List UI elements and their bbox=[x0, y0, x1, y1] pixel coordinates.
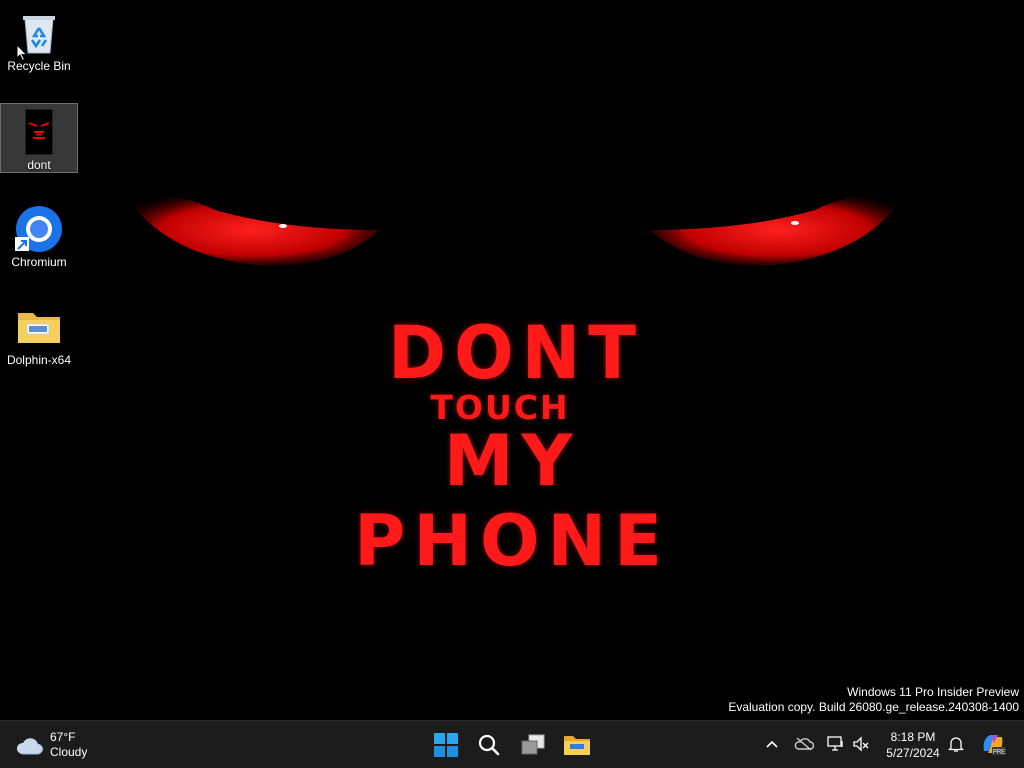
desktop-wallpaper: DONT TOUCH MY PHONE bbox=[0, 0, 1024, 720]
desktop-icon-dolphin[interactable]: Dolphin-x64 bbox=[0, 299, 78, 369]
onedrive-icon bbox=[794, 737, 814, 751]
wallpaper-text-my: MY bbox=[443, 420, 581, 502]
desktop-icon-label: dont bbox=[27, 158, 51, 172]
volume-button[interactable] bbox=[850, 733, 872, 755]
desktop-icon-label: Chromium bbox=[11, 255, 67, 269]
image-file-icon bbox=[15, 108, 63, 156]
notifications-button[interactable] bbox=[945, 733, 967, 755]
wallpaper-text-dont: DONT bbox=[388, 309, 644, 397]
wallpaper-text-phone: PHONE bbox=[354, 500, 670, 582]
network-button[interactable] bbox=[825, 733, 847, 755]
taskbar: 67°F Cloudy 8:18 PM 5/27/2024 PRE bbox=[0, 720, 1024, 768]
copilot-icon: PRE bbox=[983, 735, 1006, 756]
weather-widget[interactable]: 67°F Cloudy bbox=[14, 727, 87, 763]
search-icon bbox=[478, 734, 500, 756]
task-view-button[interactable] bbox=[513, 725, 553, 765]
right-red-eye bbox=[650, 194, 905, 266]
weather-temperature: 67°F bbox=[50, 730, 76, 744]
task-view-icon bbox=[521, 734, 545, 755]
watermark-line-1: Windows 11 Pro Insider Preview bbox=[847, 685, 1019, 699]
file-explorer-icon bbox=[564, 736, 590, 755]
clock-time: 8:18 PM bbox=[890, 730, 936, 744]
notification-bell-icon bbox=[948, 737, 964, 752]
folder-icon bbox=[15, 303, 63, 351]
start-button[interactable] bbox=[426, 725, 466, 765]
desktop-icon-label: Dolphin-x64 bbox=[6, 353, 72, 367]
network-icon bbox=[827, 736, 843, 751]
desktop-icon-recycle-bin[interactable]: Recycle Bin bbox=[0, 5, 78, 75]
left-red-eye bbox=[125, 194, 380, 266]
copilot-button[interactable]: PRE bbox=[980, 731, 1006, 757]
taskbar-clock[interactable]: 8:18 PM 5/27/2024 bbox=[876, 729, 950, 761]
mouse-cursor-icon bbox=[16, 44, 28, 62]
show-hidden-icons-button[interactable] bbox=[761, 733, 783, 755]
file-explorer-button[interactable] bbox=[557, 725, 597, 765]
clock-date: 5/27/2024 bbox=[886, 746, 940, 760]
cloud-icon bbox=[16, 738, 43, 755]
desktop-icon-chromium[interactable]: Chromium bbox=[0, 201, 78, 271]
chromium-icon bbox=[15, 205, 63, 253]
start-icon bbox=[434, 733, 458, 757]
windows-evaluation-watermark: Windows 11 Pro Insider Preview Evaluatio… bbox=[728, 685, 1019, 715]
copilot-pre-badge: PRE bbox=[993, 750, 1005, 756]
search-button[interactable] bbox=[469, 725, 509, 765]
watermark-line-2: Evaluation copy. Build 26080.ge_release.… bbox=[728, 700, 1019, 714]
volume-muted-icon bbox=[853, 736, 869, 752]
onedrive-button[interactable] bbox=[793, 733, 815, 755]
desktop-icon-dont[interactable]: dont bbox=[0, 103, 78, 173]
weather-condition: Cloudy bbox=[50, 745, 88, 759]
chevron-up-icon bbox=[766, 740, 778, 748]
